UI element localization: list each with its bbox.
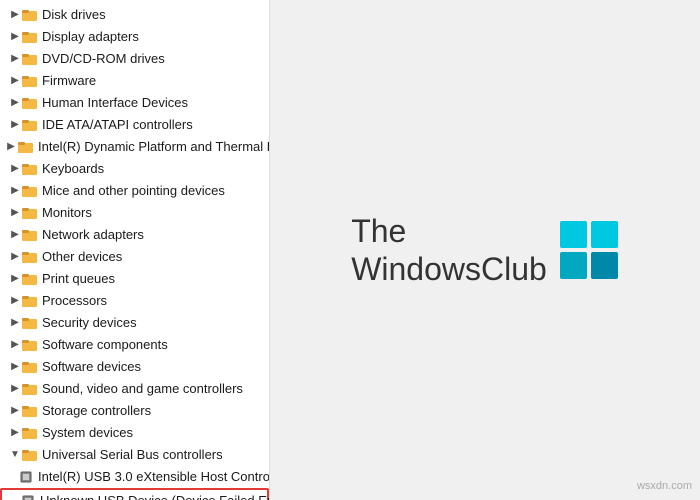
item-icon-folder [22,227,38,243]
item-icon-folder [22,447,38,463]
expand-arrow[interactable]: ▶ [8,52,22,66]
expand-arrow[interactable]: ▶ [8,250,22,264]
expand-arrow[interactable]: ▶ [8,294,22,308]
expand-arrow[interactable]: ▶ [8,228,22,242]
item-icon-warn: ! [20,493,36,500]
tree-item-intel-dynamic[interactable]: ▶ Intel(R) Dynamic Platform and Thermal F… [0,136,269,158]
item-icon-folder [22,293,38,309]
item-label: Security devices [42,314,137,332]
item-label: IDE ATA/ATAPI controllers [42,116,193,134]
tree-item-dvd-cdrom[interactable]: ▶ DVD/CD-ROM drives [0,48,269,70]
item-icon-folder [22,29,38,45]
item-label: Print queues [42,270,115,288]
tree-item-display-adapters[interactable]: ▶ Display adapters [0,26,269,48]
expand-arrow[interactable]: ▼ [8,448,22,462]
tree-item-security-devices[interactable]: ▶ Security devices [0,312,269,334]
tree-item-unknown-usb[interactable]: ▶!Unknown USB Device (Device Failed Enum… [0,488,269,500]
tree-item-software-components[interactable]: ▶ Software components [0,334,269,356]
item-label: System devices [42,424,133,442]
item-label: Universal Serial Bus controllers [42,446,223,464]
tree-item-other-devices[interactable]: ▶ Other devices [0,246,269,268]
tree-item-storage-controllers[interactable]: ▶ Storage controllers [0,400,269,422]
item-icon-folder [22,425,38,441]
item-label: Mice and other pointing devices [42,182,225,200]
tree-item-processors[interactable]: ▶ Processors [0,290,269,312]
expand-arrow[interactable]: ▶ [8,338,22,352]
device-manager-tree[interactable]: ▶ Disk drives ▶ Display adapters ▶ DVD/CD-ROM… [0,0,270,500]
item-label: Software components [42,336,168,354]
tree-item-monitors[interactable]: ▶ Monitors [0,202,269,224]
tree-item-ide-ata[interactable]: ▶ IDE ATA/ATAPI controllers [0,114,269,136]
item-label: Firmware [42,72,96,90]
tree-item-system-devices[interactable]: ▶ System devices [0,422,269,444]
expand-arrow[interactable]: ▶ [8,162,22,176]
item-icon-folder [22,271,38,287]
expand-arrow[interactable]: ▶ [8,404,22,418]
item-icon-chip [18,469,34,485]
item-icon-folder [22,249,38,265]
tree-item-intel-usb[interactable]: ▶Intel(R) USB 3.0 eXtensible Host Contro… [0,466,269,488]
right-panel: The WindowsClub wsxdn.com [270,0,700,500]
item-label: Network adapters [42,226,144,244]
tree-item-mice[interactable]: ▶ Mice and other pointing devices [0,180,269,202]
item-icon-folder [22,73,38,89]
logo-container: The WindowsClub [351,212,619,289]
item-icon-folder [22,337,38,353]
item-icon-folder [22,183,38,199]
expand-arrow[interactable]: ▶ [8,8,22,22]
tree-item-firmware[interactable]: ▶ Firmware [0,70,269,92]
item-icon-folder [22,381,38,397]
expand-arrow[interactable]: ▶ [8,206,22,220]
expand-arrow[interactable]: ▶ [8,382,22,396]
item-icon-folder [22,95,38,111]
item-label: Monitors [42,204,92,222]
expand-arrow[interactable]: ▶ [8,184,22,198]
expand-arrow[interactable]: ▶ [8,360,22,374]
item-label: Processors [42,292,107,310]
tree-item-keyboards[interactable]: ▶ Keyboards [0,158,269,180]
item-label: Display adapters [42,28,139,46]
tree-item-print-queues[interactable]: ▶ Print queues [0,268,269,290]
item-label: Intel(R) Dynamic Platform and Thermal Fr… [38,138,270,156]
tree-item-network-adapters[interactable]: ▶ Network adapters [0,224,269,246]
logo-line2: WindowsClub [351,250,547,288]
item-label: Intel(R) USB 3.0 eXtensible Host Control… [38,468,270,486]
item-icon-folder [22,205,38,221]
expand-arrow[interactable]: ▶ [8,30,22,44]
item-icon-folder [22,161,38,177]
item-label: Disk drives [42,6,106,24]
item-icon-folder [22,403,38,419]
item-label: Software devices [42,358,141,376]
tree-item-usb-controllers[interactable]: ▼ Universal Serial Bus controllers [0,444,269,466]
item-icon-folder [22,51,38,67]
item-icon-folder [18,139,34,155]
expand-arrow[interactable]: ▶ [4,140,18,154]
item-icon-folder [22,315,38,331]
expand-arrow[interactable]: ▶ [8,272,22,286]
expand-arrow[interactable]: ▶ [8,96,22,110]
logo-line1: The [351,212,547,250]
tree-item-human-interface[interactable]: ▶ Human Interface Devices [0,92,269,114]
item-label: Human Interface Devices [42,94,188,112]
item-icon-folder [22,117,38,133]
expand-arrow[interactable]: ▶ [8,316,22,330]
item-label: DVD/CD-ROM drives [42,50,165,68]
tree-item-software-devices[interactable]: ▶ Software devices [0,356,269,378]
expand-arrow[interactable]: ▶ [8,426,22,440]
tree-item-disk-drives[interactable]: ▶ Disk drives [0,4,269,26]
logo-text: The WindowsClub [351,212,547,289]
tree-item-sound-video[interactable]: ▶ Sound, video and game controllers [0,378,269,400]
item-label: Storage controllers [42,402,151,420]
item-icon-folder [22,359,38,375]
item-icon-folder [22,7,38,23]
expand-arrow[interactable]: ▶ [8,118,22,132]
watermark: wsxdn.com [637,480,692,492]
item-label: Unknown USB Device (Device Failed Enumer… [40,492,270,500]
windows-logo-icon [559,220,619,280]
item-label: Other devices [42,248,122,266]
expand-arrow[interactable]: ▶ [8,74,22,88]
item-label: Keyboards [42,160,104,178]
item-label: Sound, video and game controllers [42,380,243,398]
